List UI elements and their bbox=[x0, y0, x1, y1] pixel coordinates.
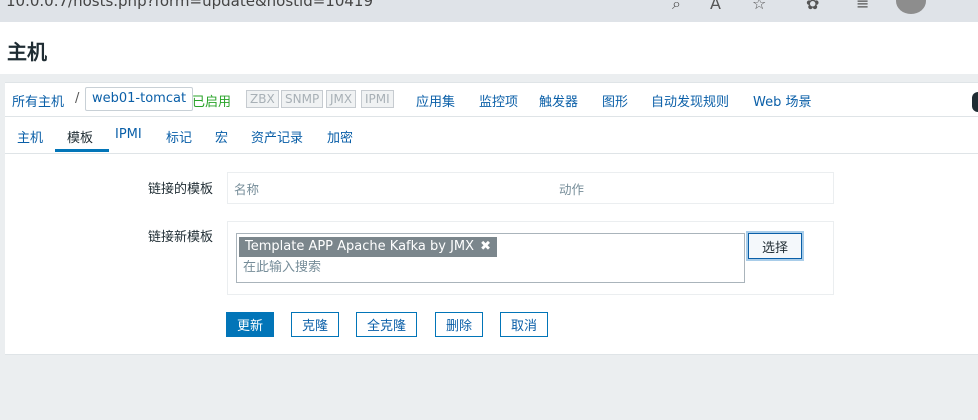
breadcrumb: 所有主机 / web01-tomcat 已启用 ZBX SNMP JMX IPM… bbox=[5, 82, 978, 116]
availability-zbx: ZBX bbox=[246, 90, 279, 108]
nav-link-discovery-rules[interactable]: 自动发现规则 bbox=[651, 91, 729, 110]
nav-link-graphs[interactable]: 图形 bbox=[602, 91, 628, 110]
selected-template-label: Template APP Apache Kafka by JMX bbox=[245, 239, 475, 254]
selected-template-chip: Template APP Apache Kafka by JMX ✖ bbox=[239, 237, 497, 257]
tab-macros[interactable]: 宏 bbox=[215, 127, 228, 146]
delete-button[interactable]: 删除 bbox=[435, 312, 484, 337]
title-area: 主机 bbox=[0, 22, 978, 74]
select-button[interactable]: 选择 bbox=[748, 233, 802, 259]
favorite-icon[interactable]: ☆ bbox=[752, 0, 766, 13]
breadcrumb-separator: / bbox=[75, 91, 80, 106]
search-icon[interactable]: ⌕ bbox=[672, 0, 681, 14]
page-title: 主机 bbox=[7, 40, 47, 64]
link-new-templates-box: Template APP Apache Kafka by JMX ✖ 选择 bbox=[227, 221, 834, 295]
browser-bar: 10.0.0.7/hosts.php?form=update&hostid=10… bbox=[0, 0, 978, 22]
nav-link-items[interactable]: 监控项 bbox=[479, 91, 518, 110]
update-button[interactable]: 更新 bbox=[226, 312, 275, 337]
nav-link-applications[interactable]: 应用集 bbox=[416, 91, 455, 110]
scroll-handle-icon[interactable] bbox=[972, 92, 978, 112]
tab-tags[interactable]: 标记 bbox=[166, 127, 192, 146]
availability-jmx: JMX bbox=[326, 90, 357, 108]
template-search-input[interactable] bbox=[243, 260, 543, 275]
template-multiselect[interactable]: Template APP Apache Kafka by JMX ✖ bbox=[236, 233, 745, 283]
collections-icon[interactable]: ≡ bbox=[856, 0, 869, 13]
linked-templates-label: 链接的模板 bbox=[148, 182, 214, 197]
cancel-button[interactable]: 取消 bbox=[500, 312, 549, 337]
tab-templates[interactable]: 模板 bbox=[67, 127, 93, 146]
templates-form: 链接的模板 名称 动作 链接新模板 Template APP Apache Ka… bbox=[5, 153, 978, 355]
clone-button[interactable]: 克隆 bbox=[291, 312, 340, 337]
tab-inventory[interactable]: 资产记录 bbox=[251, 127, 303, 146]
nav-link-triggers[interactable]: 触发器 bbox=[539, 91, 578, 110]
linked-templates-table: 名称 动作 bbox=[227, 172, 834, 204]
tab-bar: 主机 模板 IPMI 标记 宏 资产记录 加密 bbox=[5, 116, 978, 153]
availability-snmp: SNMP bbox=[281, 90, 324, 108]
font-size-icon[interactable]: A bbox=[710, 0, 721, 13]
avatar[interactable] bbox=[896, 0, 926, 14]
tab-ipmi[interactable]: IPMI bbox=[115, 127, 142, 142]
tab-host[interactable]: 主机 bbox=[17, 127, 43, 146]
column-header-name: 名称 bbox=[234, 182, 260, 197]
tab-encryption[interactable]: 加密 bbox=[327, 127, 353, 146]
active-tab-indicator bbox=[55, 149, 109, 152]
full-clone-button[interactable]: 全克隆 bbox=[356, 312, 418, 337]
remove-icon[interactable]: ✖ bbox=[480, 239, 491, 254]
address-bar[interactable]: 10.0.0.7/hosts.php?form=update&hostid=10… bbox=[6, 0, 373, 10]
link-new-templates-label: 链接新模板 bbox=[148, 230, 214, 245]
column-header-action: 动作 bbox=[559, 182, 585, 197]
breadcrumb-all-hosts[interactable]: 所有主机 bbox=[12, 91, 64, 110]
nav-link-web-scenarios[interactable]: Web 场景 bbox=[753, 91, 811, 110]
extensions-icon[interactable]: ✿ bbox=[806, 0, 819, 13]
availability-ipmi: IPMI bbox=[361, 90, 394, 108]
breadcrumb-current-host[interactable]: web01-tomcat bbox=[85, 87, 194, 111]
status-badge[interactable]: 已启用 bbox=[192, 91, 231, 110]
